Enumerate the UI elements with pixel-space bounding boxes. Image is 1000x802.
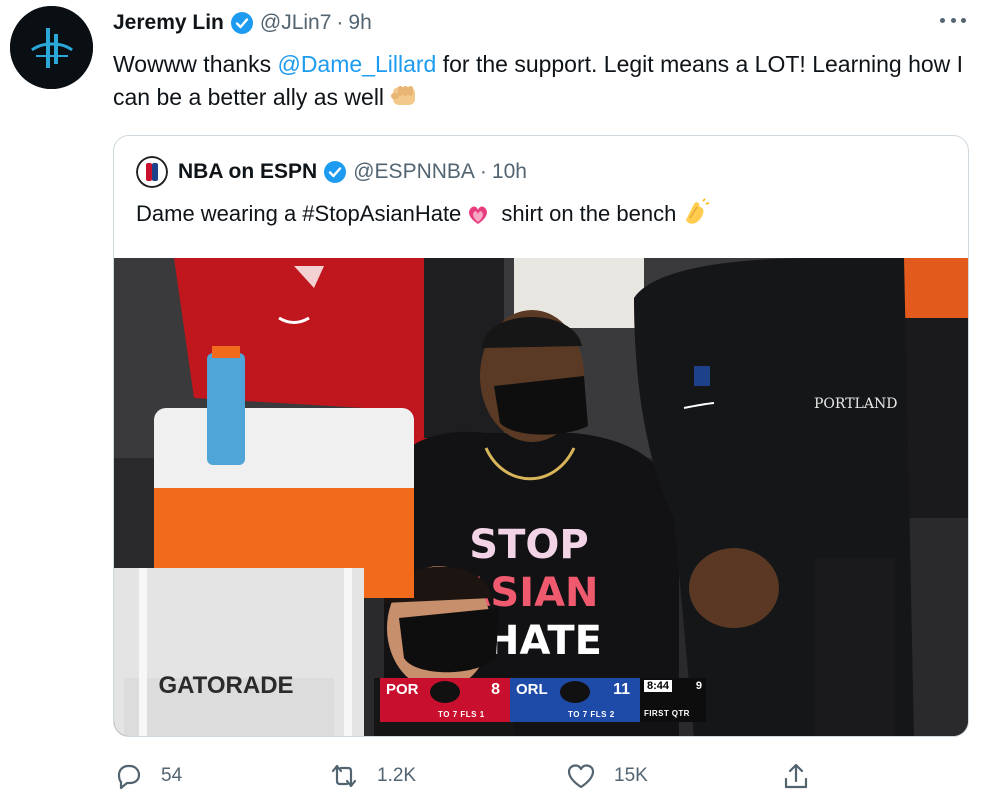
quoted-tweet[interactable]: NBA on ESPN @ESPNNBA · 10h Dame wearing … — [113, 135, 969, 737]
cooler-label: GATORADE — [158, 672, 293, 699]
jl-logo-icon — [10, 6, 93, 89]
fist-bump-emoji — [390, 83, 420, 118]
clapping-hands-emoji — [680, 198, 710, 235]
quoted-text-middle: shirt on the bench — [495, 201, 677, 226]
magic-logo-icon — [560, 681, 590, 703]
tweet: Jeremy Lin @JLin7 · 9h Wowww thanks @Dam… — [0, 0, 1000, 802]
author-handle[interactable]: @JLin7 — [260, 11, 332, 35]
tweet-header: Jeremy Lin @JLin7 · 9h — [113, 6, 372, 40]
more-options-icon[interactable] — [940, 10, 966, 30]
separator-dot: · — [336, 11, 344, 34]
quoted-tweet-header: NBA on ESPN @ESPNNBA · 10h — [136, 156, 527, 188]
tweet-text: Wowww thanks @Dame_Lillard for the suppo… — [113, 48, 983, 118]
clock-time: 8:44 — [644, 680, 673, 692]
tweet-timestamp[interactable]: 9h — [348, 11, 371, 35]
like-count: 15K — [614, 765, 648, 786]
home-team-score: 8 — [491, 681, 500, 698]
bench-photo: STOP ASIAN HATE PORTLAND GATORADE — [114, 258, 968, 736]
tweet-text-before: Wowww thanks — [113, 51, 278, 77]
retweet-count: 1.2K — [377, 765, 417, 786]
share-icon — [784, 763, 808, 789]
separator-dot: · — [479, 160, 487, 183]
reply-button[interactable]: 54 — [113, 758, 182, 794]
verified-badge-icon — [323, 160, 347, 184]
shirt-line-1: STOP — [469, 522, 588, 568]
game-clock: 8:44 9 FIRST QTR — [640, 678, 706, 722]
quoted-media-image[interactable]: STOP ASIAN HATE PORTLAND GATORADE POR 8 … — [114, 258, 968, 736]
jacket-label: PORTLAND — [814, 396, 897, 412]
home-team-block: POR 8 TO 7 FLS 1 — [380, 678, 510, 722]
quoted-timestamp[interactable]: 10h — [492, 160, 527, 184]
retweet-icon — [331, 764, 357, 788]
shirt-line-3: HATE — [486, 618, 602, 664]
mention-link[interactable]: @Dame_Lillard — [277, 51, 436, 77]
away-team-score: 11 — [613, 681, 630, 698]
like-button[interactable]: 15K — [566, 758, 648, 794]
scorebug: POR 8 TO 7 FLS 1 ORL 11 TO 7 FLS 2 8:44 … — [380, 678, 706, 722]
blazers-logo-icon — [430, 681, 460, 703]
reply-icon — [117, 764, 141, 790]
period-label: FIRST QTR — [644, 709, 690, 718]
quoted-author-handle[interactable]: @ESPNNBA — [353, 160, 475, 184]
retweet-button[interactable]: 1.2K — [329, 758, 416, 794]
espn-avatar[interactable] — [136, 156, 168, 188]
away-team-stats: TO 7 FLS 2 — [568, 710, 615, 719]
quoted-text-before: Dame wearing a #StopAsianHate — [136, 201, 462, 226]
author-avatar[interactable] — [10, 6, 93, 89]
author-name[interactable]: Jeremy Lin — [113, 11, 224, 35]
heart-icon — [567, 764, 595, 789]
verified-badge-icon — [230, 11, 254, 35]
quoted-author-name[interactable]: NBA on ESPN — [178, 160, 317, 184]
heart-lotus-emoji — [465, 202, 491, 235]
home-team-code: POR — [386, 681, 419, 698]
quoted-tweet-text: Dame wearing a #StopAsianHate shirt on t… — [136, 198, 714, 235]
reply-count: 54 — [161, 765, 183, 786]
shot-clock: 9 — [695, 680, 702, 692]
away-team-code: ORL — [516, 681, 548, 698]
tweet-actions: 54 1.2K 15K — [113, 758, 873, 794]
share-button[interactable] — [781, 758, 829, 794]
home-team-stats: TO 7 FLS 1 — [438, 710, 485, 719]
away-team-block: ORL 11 TO 7 FLS 2 — [510, 678, 640, 722]
